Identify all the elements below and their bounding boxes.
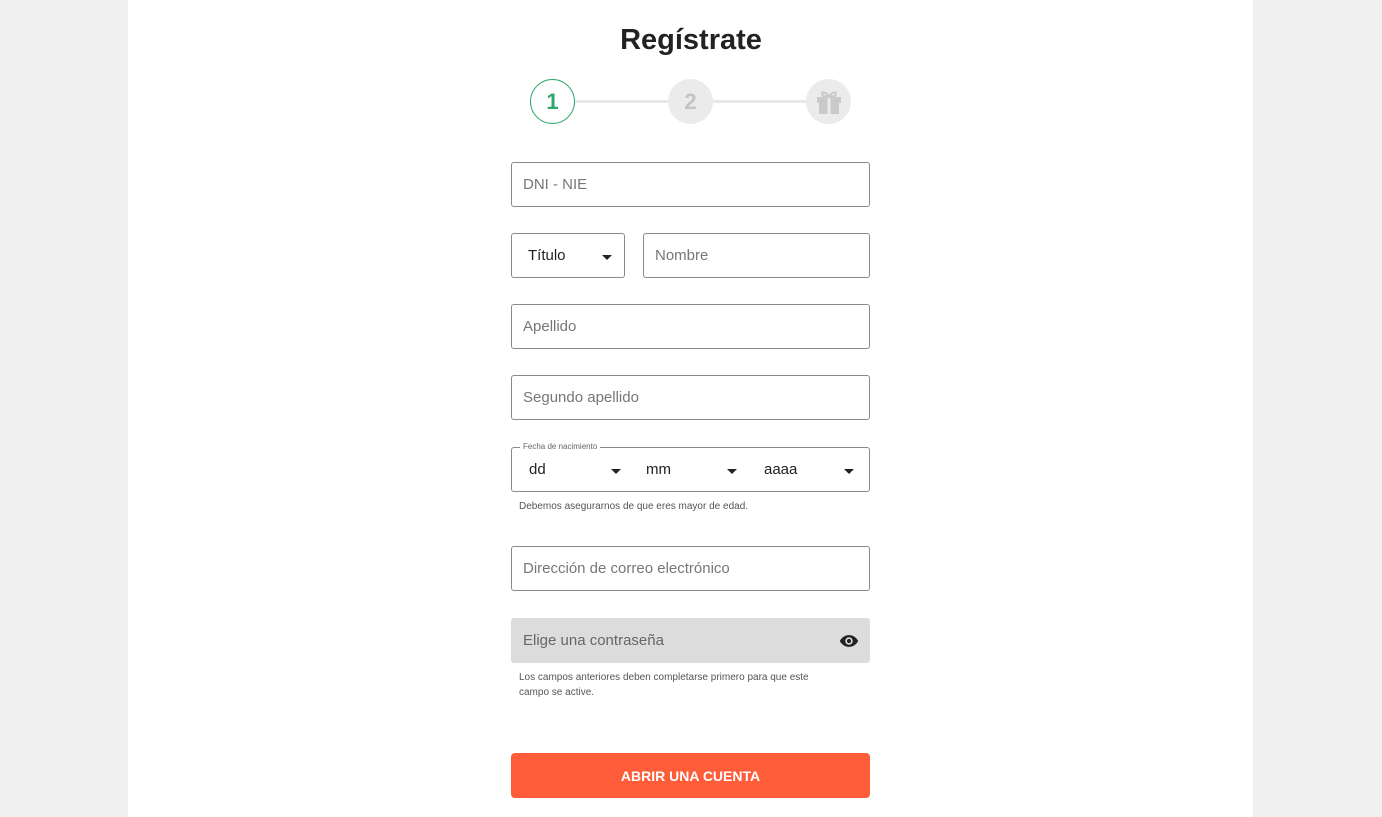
step-3 — [806, 79, 851, 124]
title-select[interactable]: Título — [511, 233, 625, 278]
step-1: 1 — [530, 79, 575, 124]
email-input[interactable] — [512, 547, 869, 590]
eye-icon[interactable] — [839, 631, 859, 651]
password-helper: Los campos anteriores deben completarse … — [519, 670, 864, 700]
birth-date-group: Fecha de nacimiento dd mm aaaa — [511, 442, 870, 492]
chevron-down-icon — [727, 468, 737, 474]
progress-stepper: 1 2 — [0, 0, 1382, 140]
second-surname-input[interactable] — [512, 376, 869, 419]
surname-field-wrapper — [511, 304, 870, 349]
chevron-down-icon — [844, 468, 854, 474]
birth-day-select[interactable]: dd — [529, 448, 621, 491]
password-field-wrapper — [511, 618, 870, 663]
stepper-connector — [575, 100, 668, 103]
birth-month-select[interactable]: mm — [646, 448, 737, 491]
email-field-wrapper — [511, 546, 870, 591]
dni-field-wrapper — [511, 162, 870, 207]
step-2: 2 — [668, 79, 713, 124]
dni-input[interactable] — [512, 163, 869, 206]
password-input[interactable] — [512, 619, 869, 662]
birth-day-value: dd — [529, 461, 546, 478]
password-helper-line-2: campo se active. — [519, 687, 595, 698]
chevron-down-icon — [611, 468, 621, 474]
open-account-button[interactable]: ABRIR UNA CUENTA — [511, 753, 870, 798]
password-helper-line-1: Los campos anteriores deben completarse … — [519, 672, 809, 683]
title-select-value: Título — [528, 247, 566, 264]
second-surname-field-wrapper — [511, 375, 870, 420]
stepper-connector — [713, 100, 806, 103]
birth-year-select[interactable]: aaaa — [764, 448, 854, 491]
surname-input[interactable] — [512, 305, 869, 348]
birth-year-value: aaaa — [764, 461, 798, 478]
birth-date-helper: Debemos asegurarnos de que eres mayor de… — [519, 501, 749, 512]
chevron-down-icon — [602, 254, 612, 260]
birth-month-value: mm — [646, 461, 671, 478]
gift-icon — [816, 90, 841, 114]
first-name-field-wrapper — [643, 233, 870, 278]
first-name-input[interactable] — [644, 234, 869, 277]
